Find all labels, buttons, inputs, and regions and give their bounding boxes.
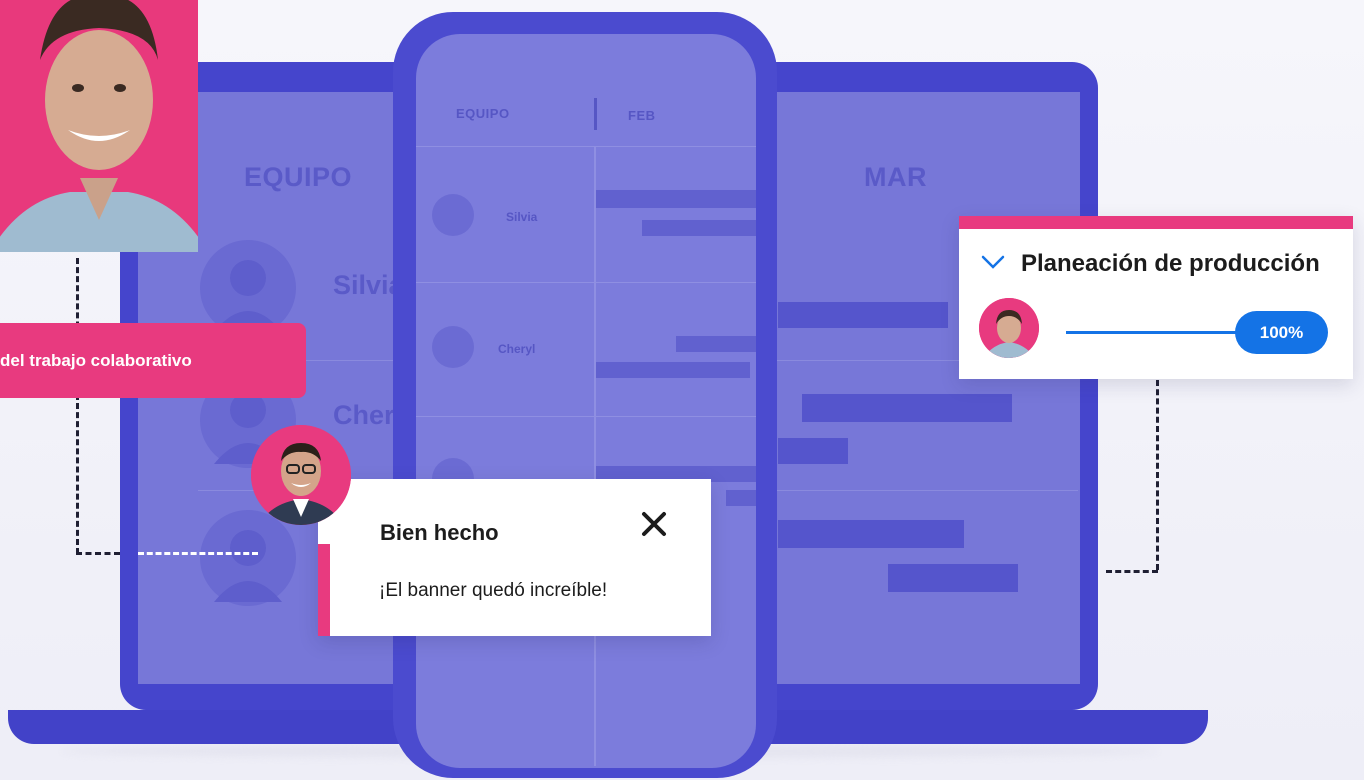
chevron-down-icon[interactable] <box>981 252 1005 272</box>
avatar <box>979 298 1039 358</box>
phone-team-header: EQUIPO <box>456 106 510 121</box>
avatar <box>251 425 351 525</box>
connector-line <box>76 552 120 555</box>
phone-month-header: FEB <box>628 108 656 123</box>
timeline-bar <box>778 302 948 328</box>
connector-line <box>138 552 258 555</box>
laptop-team-header: EQUIPO <box>244 162 353 192</box>
timeline-bar <box>596 362 750 378</box>
profile-photo-card <box>0 0 198 252</box>
column-divider <box>594 146 596 766</box>
notification-title: Bien hecho <box>380 520 499 545</box>
timeline-bar <box>778 520 964 548</box>
notification-card <box>318 479 711 636</box>
row-divider <box>416 146 756 147</box>
timeline-bar <box>726 490 756 506</box>
notification-accent <box>318 544 330 636</box>
banner-text: del trabajo colaborativo <box>0 351 192 370</box>
progress-badge: 100% <box>1235 311 1328 354</box>
phone-name-cheryl: Cheryl <box>498 342 536 356</box>
phone-avatar-cheryl <box>432 326 474 368</box>
notification-message: ¡El banner quedó increíble! <box>379 580 608 601</box>
timeline-bar <box>802 394 1012 422</box>
connector-line <box>1106 570 1158 573</box>
connector-line <box>1156 380 1159 570</box>
row-divider <box>416 282 756 283</box>
collaboration-banner: del trabajo colaborativo <box>0 323 306 398</box>
phone-screen: EQUIPO FEB Silvia Cheryl <box>416 34 756 768</box>
laptop-month-header: MAR <box>864 162 927 192</box>
woman-photo-small <box>979 298 1039 358</box>
timeline-bar <box>888 564 1018 592</box>
phone-avatar-silvia <box>432 194 474 236</box>
row-divider <box>416 416 756 417</box>
timeline-bar <box>596 190 756 208</box>
timeline-bar <box>778 438 848 464</box>
avatar-third <box>200 510 296 606</box>
timeline-bar <box>642 220 756 236</box>
production-title: Planeación de producción <box>1021 250 1320 277</box>
phone-name-silvia: Silvia <box>506 210 538 224</box>
avatar-silvia <box>200 240 296 336</box>
close-icon[interactable] <box>640 510 668 538</box>
man-photo <box>251 425 351 525</box>
production-card-accent <box>959 216 1353 229</box>
timeline-bar <box>676 336 756 352</box>
connector-line <box>76 258 79 554</box>
woman-photo <box>0 0 198 252</box>
progress-track <box>1066 331 1246 334</box>
header-divider <box>594 98 597 130</box>
